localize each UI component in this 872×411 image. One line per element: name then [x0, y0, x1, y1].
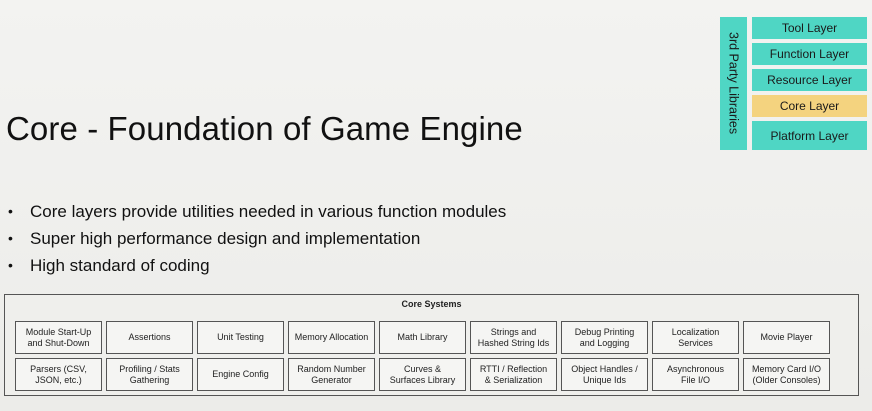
layer-platform: Platform Layer — [752, 121, 867, 150]
core-system-box: Math Library — [379, 321, 466, 354]
bullet-text: Super high performance design and implem… — [30, 229, 421, 248]
core-system-box: Parsers (CSV, JSON, etc.) — [15, 358, 102, 391]
core-system-box: Memory Card I/O (Older Consoles) — [743, 358, 830, 391]
core-system-box: Asynchronous File I/O — [652, 358, 739, 391]
core-system-box: Module Start-Up and Shut-Down — [15, 321, 102, 354]
core-system-box: Memory Allocation — [288, 321, 375, 354]
bullet-list: • Core layers provide utilities needed in… — [8, 198, 506, 279]
layer-function: Function Layer — [752, 43, 867, 65]
core-system-box: Strings and Hashed String Ids — [470, 321, 557, 354]
core-system-box: Profiling / Stats Gathering — [106, 358, 193, 391]
bullet-item: • High standard of coding — [8, 252, 506, 279]
core-system-box: Assertions — [106, 321, 193, 354]
layer-stack-diagram: 3rd Party Libraries Tool Layer Function … — [720, 17, 868, 150]
core-system-box: Movie Player — [743, 321, 830, 354]
layer-core: Core Layer — [752, 95, 867, 117]
core-system-box: RTTI / Reflection & Serialization — [470, 358, 557, 391]
core-systems-grid: Module Start-Up and Shut-Down Assertions… — [15, 321, 830, 391]
core-system-box: Engine Config — [197, 358, 284, 391]
core-system-box: Curves & Surfaces Library — [379, 358, 466, 391]
core-system-box: Unit Testing — [197, 321, 284, 354]
core-systems-panel: Core Systems Module Start-Up and Shut-Do… — [4, 294, 859, 396]
bullet-dot-icon: • — [8, 203, 13, 219]
third-party-libraries-bar: 3rd Party Libraries — [720, 17, 747, 150]
core-system-box: Debug Printing and Logging — [561, 321, 648, 354]
bullet-dot-icon: • — [8, 257, 13, 273]
layer-tool: Tool Layer — [752, 17, 867, 39]
core-systems-title: Core Systems — [401, 299, 462, 309]
core-system-box: Localization Services — [652, 321, 739, 354]
page-title: Core - Foundation of Game Engine — [6, 110, 523, 147]
bullet-text: High standard of coding — [30, 256, 210, 275]
layer-resource: Resource Layer — [752, 69, 867, 91]
core-system-box: Random Number Generator — [288, 358, 375, 391]
bullet-text: Core layers provide utilities needed in … — [30, 202, 507, 221]
bullet-item: • Super high performance design and imple… — [8, 225, 506, 252]
third-party-libraries-label: 3rd Party Libraries — [726, 32, 741, 135]
bullet-item: • Core layers provide utilities needed in… — [8, 198, 506, 225]
bullet-dot-icon: • — [8, 230, 13, 246]
core-system-box: Object Handles / Unique Ids — [561, 358, 648, 391]
